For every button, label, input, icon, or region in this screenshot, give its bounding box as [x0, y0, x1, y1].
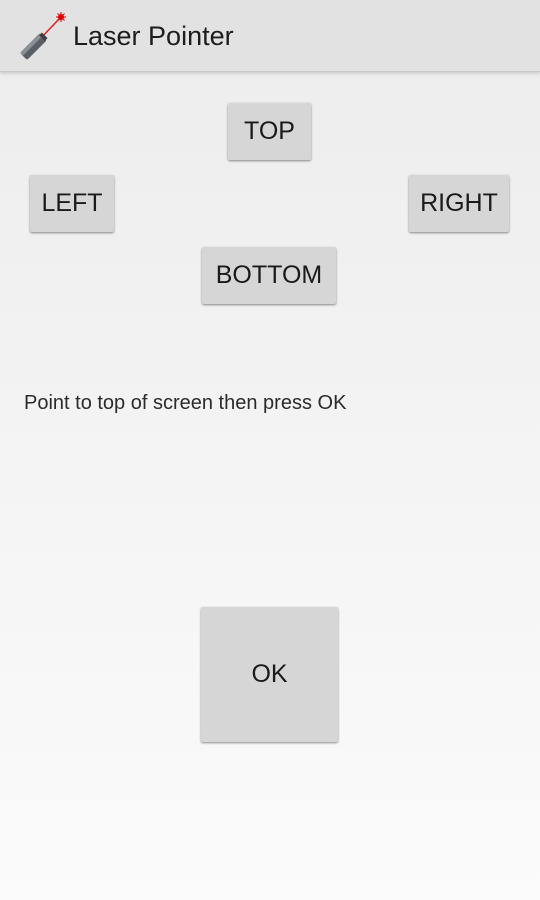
instruction-text: Point to top of screen then press OK — [24, 392, 347, 414]
action-bar: Laser Pointer — [0, 0, 540, 72]
app-title: Laser Pointer — [73, 21, 234, 51]
ok-button[interactable]: OK — [201, 607, 338, 742]
right-button[interactable]: RIGHT — [409, 175, 509, 232]
top-button[interactable]: TOP — [228, 103, 311, 160]
left-button[interactable]: LEFT — [30, 175, 114, 232]
laser-pointer-icon — [20, 12, 66, 60]
bottom-button[interactable]: BOTTOM — [202, 247, 336, 304]
